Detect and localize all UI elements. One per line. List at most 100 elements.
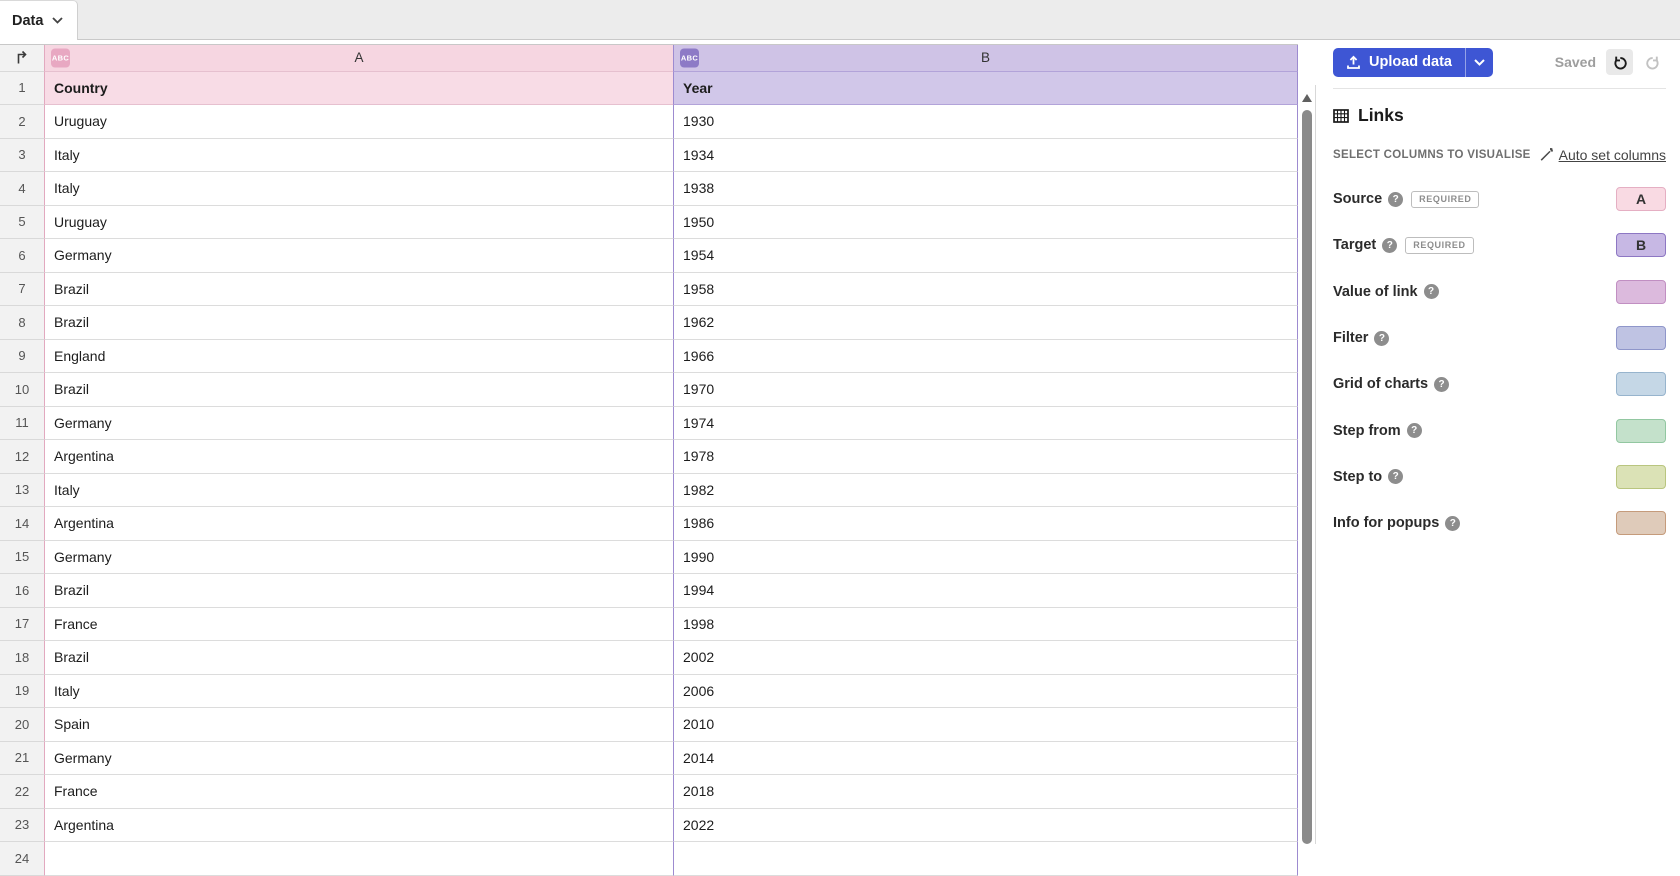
cell-b[interactable]: 2010 — [673, 708, 1298, 742]
column-binding-box[interactable] — [1616, 280, 1666, 304]
row-number-cell[interactable]: 13 — [0, 474, 44, 508]
cell-a[interactable]: Uruguay — [44, 105, 673, 139]
cell-a[interactable]: Germany — [44, 742, 673, 776]
row-number-cell[interactable]: 17 — [0, 608, 44, 642]
chevron-down-icon — [52, 17, 63, 24]
cell-b[interactable]: 1990 — [673, 541, 1298, 575]
cell-a[interactable]: Germany — [44, 239, 673, 273]
auto-set-columns-link[interactable]: Auto set columns — [1538, 147, 1666, 163]
upload-options-caret-button[interactable] — [1466, 48, 1493, 77]
cell-a[interactable]: Italy — [44, 474, 673, 508]
cell-b[interactable] — [673, 842, 1298, 876]
cell-b[interactable]: 2022 — [673, 809, 1298, 843]
cell-b[interactable]: 1958 — [673, 273, 1298, 307]
cell-a[interactable]: Germany — [44, 407, 673, 441]
cell-a[interactable]: Brazil — [44, 373, 673, 407]
help-icon[interactable]: ? — [1388, 469, 1403, 484]
cell-a[interactable] — [44, 842, 673, 876]
cell-b[interactable]: 1970 — [673, 373, 1298, 407]
cell-a[interactable]: Country — [44, 72, 673, 106]
row-number-cell[interactable]: 16 — [0, 574, 44, 608]
row-number-cell[interactable]: 6 — [0, 239, 44, 273]
row-number-cell[interactable]: 5 — [0, 206, 44, 240]
undo-button[interactable] — [1606, 49, 1633, 75]
column-binding-box[interactable] — [1616, 465, 1666, 489]
column-binding-box[interactable] — [1616, 419, 1666, 443]
cell-b[interactable]: 2018 — [673, 775, 1298, 809]
cell-b[interactable]: 1966 — [673, 340, 1298, 374]
row-number-cell[interactable]: 18 — [0, 641, 44, 675]
column-binding-box[interactable] — [1616, 511, 1666, 535]
row-number-cell[interactable]: 7 — [0, 273, 44, 307]
cell-a[interactable]: Italy — [44, 675, 673, 709]
cell-b[interactable]: 1998 — [673, 608, 1298, 642]
cell-a[interactable]: England — [44, 340, 673, 374]
column-binding-box[interactable] — [1616, 326, 1666, 350]
row-number-cell[interactable]: 2 — [0, 105, 44, 139]
cell-a[interactable]: Brazil — [44, 574, 673, 608]
cell-b[interactable]: 2002 — [673, 641, 1298, 675]
row-number-cell[interactable]: 4 — [0, 172, 44, 206]
cell-b[interactable]: 1982 — [673, 474, 1298, 508]
cell-a[interactable]: Germany — [44, 541, 673, 575]
cell-a[interactable]: Spain — [44, 708, 673, 742]
row-number-cell[interactable]: 22 — [0, 775, 44, 809]
scroll-up-arrow-icon[interactable] — [1302, 94, 1312, 102]
cell-a[interactable]: Brazil — [44, 306, 673, 340]
row-number-cell[interactable]: 12 — [0, 440, 44, 474]
cell-b[interactable]: 1974 — [673, 407, 1298, 441]
cell-b[interactable]: 1954 — [673, 239, 1298, 273]
help-icon[interactable]: ? — [1407, 423, 1422, 438]
column-binding-box[interactable]: B — [1616, 233, 1666, 257]
row-number-cell[interactable]: 23 — [0, 809, 44, 843]
help-icon[interactable]: ? — [1382, 238, 1397, 253]
cell-b[interactable]: 1950 — [673, 206, 1298, 240]
row-number-cell[interactable]: 8 — [0, 306, 44, 340]
cell-b[interactable]: 1986 — [673, 507, 1298, 541]
row-number-cell[interactable]: 20 — [0, 708, 44, 742]
row-number-cell[interactable]: 19 — [0, 675, 44, 709]
cell-b[interactable]: 2006 — [673, 675, 1298, 709]
cell-b[interactable]: Year — [673, 72, 1298, 106]
cell-b[interactable]: 1962 — [673, 306, 1298, 340]
cell-b[interactable]: 1994 — [673, 574, 1298, 608]
row-number-cell[interactable]: 9 — [0, 340, 44, 374]
scrollbar-thumb[interactable] — [1302, 110, 1312, 844]
cell-a[interactable]: Argentina — [44, 809, 673, 843]
redo-button[interactable] — [1639, 49, 1666, 75]
cell-b[interactable]: 1978 — [673, 440, 1298, 474]
cell-a[interactable]: Brazil — [44, 273, 673, 307]
upload-data-button[interactable]: Upload data — [1333, 48, 1466, 77]
column-binding-box[interactable]: A — [1616, 187, 1666, 211]
cell-a[interactable]: Brazil — [44, 641, 673, 675]
cell-a[interactable]: Italy — [44, 139, 673, 173]
transpose-corner-button[interactable] — [0, 45, 44, 72]
help-icon[interactable]: ? — [1445, 516, 1460, 531]
cell-a[interactable]: Argentina — [44, 440, 673, 474]
row-number-cell[interactable]: 10 — [0, 373, 44, 407]
cell-b[interactable]: 1938 — [673, 172, 1298, 206]
row-number-cell[interactable]: 14 — [0, 507, 44, 541]
column-header-a[interactable]: ABC A — [44, 45, 673, 72]
row-number-cell[interactable]: 24 — [0, 842, 44, 876]
column-header-b[interactable]: ABC B — [673, 45, 1298, 72]
cell-b[interactable]: 1934 — [673, 139, 1298, 173]
help-icon[interactable]: ? — [1424, 284, 1439, 299]
row-number-cell[interactable]: 21 — [0, 742, 44, 776]
row-number-cell[interactable]: 3 — [0, 139, 44, 173]
cell-b[interactable]: 2014 — [673, 742, 1298, 776]
cell-a[interactable]: France — [44, 608, 673, 642]
cell-a[interactable]: Italy — [44, 172, 673, 206]
cell-b[interactable]: 1930 — [673, 105, 1298, 139]
row-number-cell[interactable]: 15 — [0, 541, 44, 575]
tab-data[interactable]: Data — [0, 0, 78, 40]
row-number-cell[interactable]: 11 — [0, 407, 44, 441]
cell-a[interactable]: Uruguay — [44, 206, 673, 240]
column-binding-box[interactable] — [1616, 372, 1666, 396]
help-icon[interactable]: ? — [1374, 331, 1389, 346]
row-number-cell[interactable]: 1 — [0, 72, 44, 106]
cell-a[interactable]: Argentina — [44, 507, 673, 541]
help-icon[interactable]: ? — [1434, 377, 1449, 392]
cell-a[interactable]: France — [44, 775, 673, 809]
help-icon[interactable]: ? — [1388, 192, 1403, 207]
